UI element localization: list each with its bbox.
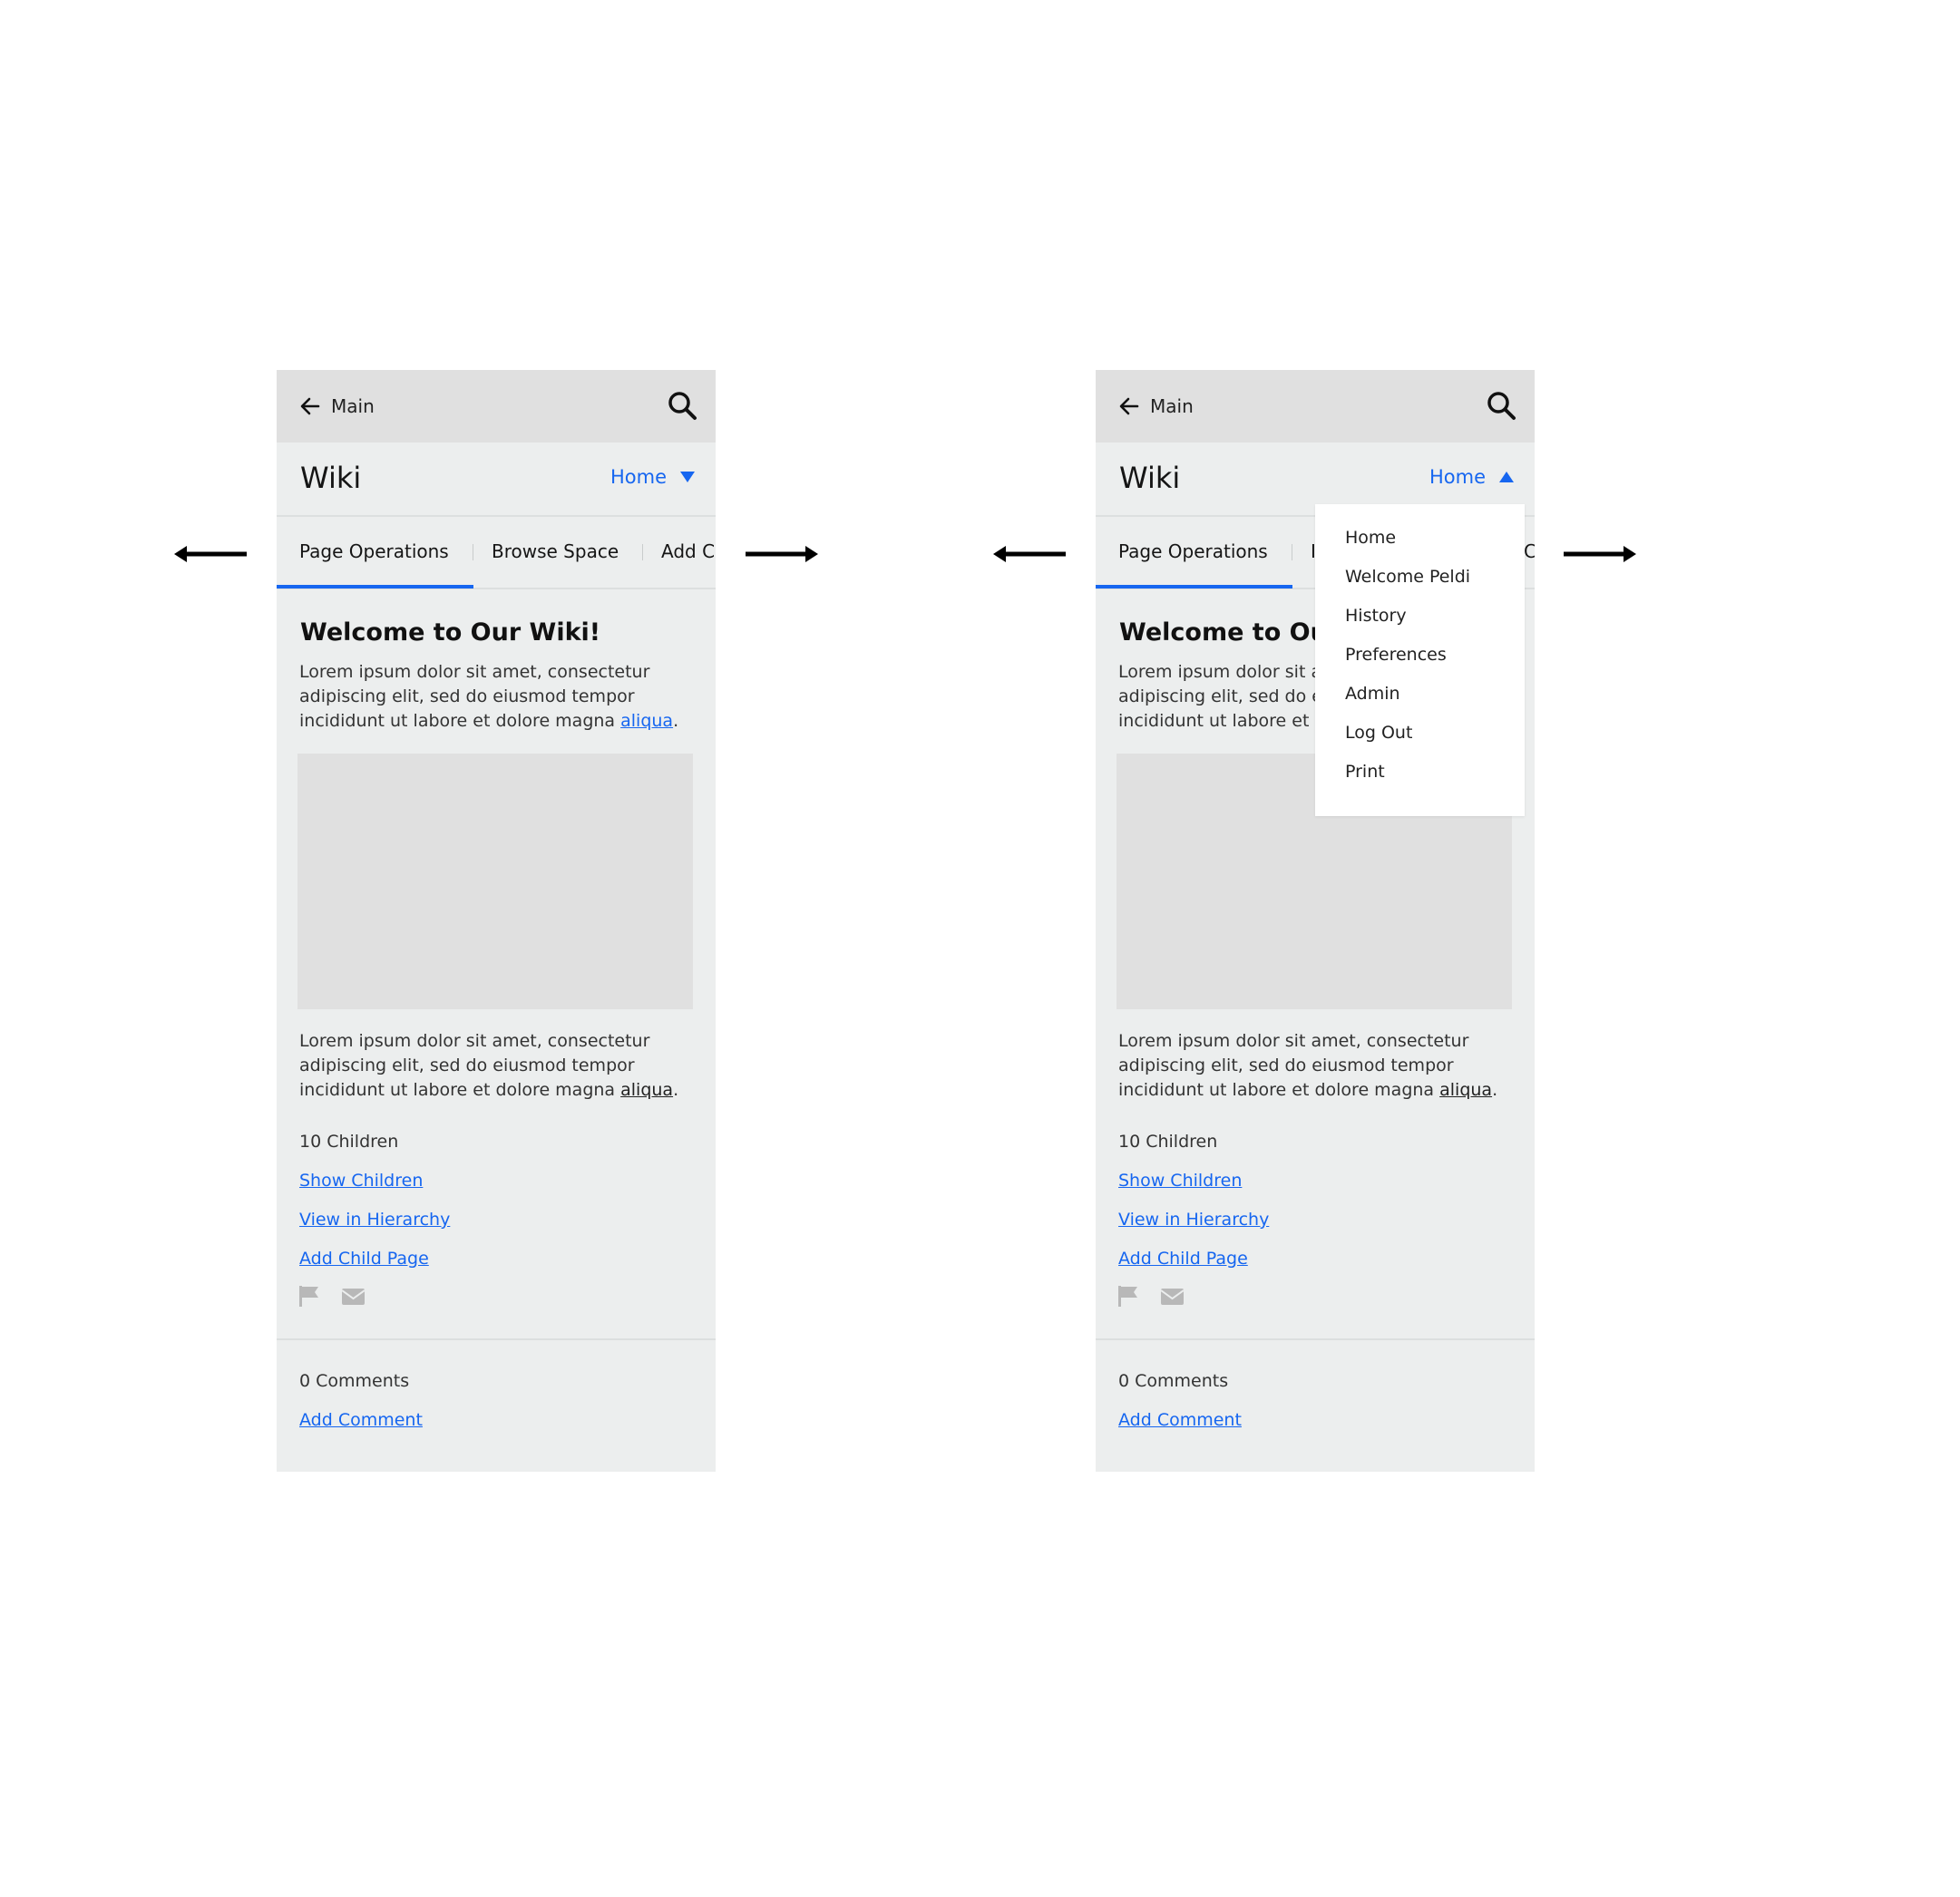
body-link[interactable]: aliqua [620,1080,673,1100]
tab-page-operations[interactable]: Page Operations [299,540,449,562]
add-comment-link[interactable]: Add Comment [1118,1410,1242,1430]
home-dropdown-label: Home [609,466,667,488]
arrow-left-icon [300,397,320,415]
body-paragraph: Lorem ipsum dolor sit amet, consectetur … [299,1031,679,1100]
add-comment-link[interactable]: Add Comment [299,1410,423,1430]
caret-up-icon [1499,472,1514,482]
arrow-right-icon [746,546,818,562]
menu-item-history[interactable]: History [1345,606,1407,626]
top-bar: Main [277,370,716,443]
search-icon[interactable] [667,390,697,421]
home-dropdown-label: Home [1429,466,1486,488]
tab-page-operations[interactable]: Page Operations [1118,540,1268,562]
tab-separator [642,544,643,560]
home-dropdown-menu: Home Welcome Peldi History Preferences A… [1315,504,1525,816]
back-label: Main [1150,395,1194,417]
children-count: 10 Children [299,1132,399,1152]
menu-item-print[interactable]: Print [1345,762,1385,782]
comments-divider [1096,1338,1535,1340]
flag-icon[interactable] [1117,1284,1140,1308]
back-button[interactable]: Main [1119,392,1194,421]
menu-item-admin[interactable]: Admin [1345,684,1400,704]
arrow-left-icon [993,546,1066,562]
envelope-icon[interactable] [1160,1284,1184,1308]
tab-add-content-partial[interactable]: C [1524,540,1535,562]
body-link[interactable]: aliqua [1439,1080,1492,1100]
page-title: Wiki [300,461,362,495]
back-button[interactable]: Main [300,392,375,421]
envelope-icon[interactable] [341,1284,365,1308]
arrow-left-icon [1119,397,1139,415]
comments-count: 0 Comments [1118,1371,1229,1391]
body-paragraph: Lorem ipsum dolor sit amet, consectetur … [1118,1031,1498,1100]
search-icon[interactable] [1486,390,1516,421]
intro-text: Lorem ipsum dolor sit amet, consectetur … [299,662,650,731]
home-dropdown[interactable]: Home [1429,466,1515,488]
tab-add-content[interactable]: Add C [661,540,715,562]
comments-divider [277,1338,716,1340]
page-title: Wiki [1119,461,1181,495]
menu-item-log-out[interactable]: Log Out [1345,723,1412,743]
intro-link[interactable]: aliqua [620,711,673,731]
comments-count: 0 Comments [299,1371,410,1391]
back-label: Main [331,395,375,417]
active-tab-indicator [277,585,473,589]
page-action-icons [1117,1284,1184,1308]
add-child-page-link[interactable]: Add Child Page [1118,1249,1248,1269]
arrow-right-icon [1564,546,1636,562]
body-text: Lorem ipsum dolor sit amet, consectetur … [1118,1031,1469,1100]
page-action-icons [297,1284,365,1308]
mobile-screen-default: Main Wiki Home Page Operations Browse Sp… [277,370,716,1472]
body-text: Lorem ipsum dolor sit amet, consectetur … [299,1031,650,1100]
intro-paragraph: Lorem ipsum dolor sit amet, consectetur … [299,662,679,731]
arrow-left-icon [174,546,247,562]
show-children-link[interactable]: Show Children [299,1171,423,1191]
flag-icon[interactable] [297,1284,321,1308]
menu-item-preferences[interactable]: Preferences [1345,645,1447,665]
children-count: 10 Children [1118,1132,1218,1152]
page-heading: Welcome to Our Wiki! [300,618,601,647]
menu-item-welcome[interactable]: Welcome Peldi [1345,567,1470,587]
title-bar: Wiki Home [277,443,716,517]
add-child-page-link[interactable]: Add Child Page [299,1249,429,1269]
caret-down-icon [680,472,695,482]
top-bar: Main [1096,370,1535,443]
view-in-hierarchy-link[interactable]: View in Hierarchy [1118,1210,1269,1230]
show-children-link[interactable]: Show Children [1118,1171,1242,1191]
tab-browse-space[interactable]: Browse Space [492,540,619,562]
menu-item-home[interactable]: Home [1345,528,1396,548]
page-heading: Welcome to Our [1119,618,1341,647]
tab-bar: Page Operations Browse Space Add C [277,517,716,589]
home-dropdown[interactable]: Home [610,466,696,488]
image-placeholder [297,754,693,1009]
view-in-hierarchy-link[interactable]: View in Hierarchy [299,1210,450,1230]
active-tab-indicator [1096,585,1292,589]
